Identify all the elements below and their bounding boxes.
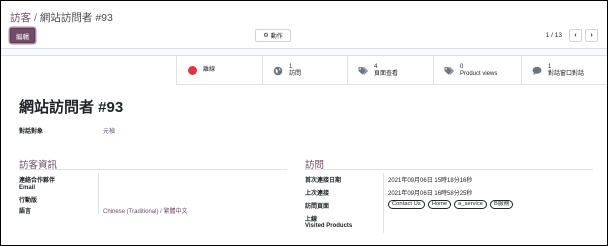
visited-pages-tags: Contact Us Home a_service B服務 <box>388 200 514 209</box>
page-tag[interactable]: Home <box>427 200 452 209</box>
first-visit-label: 首次連接日期 <box>305 178 342 184</box>
visits-stat-button[interactable]: 1 訪問 <box>262 56 347 85</box>
conversation-partner-link[interactable]: 元楨 <box>103 126 115 135</box>
first-visit-value: 2021年09月06日 15時18分16秒 <box>388 178 473 184</box>
last-visit-value: 2021年09月06日 16時58分25秒 <box>388 191 473 197</box>
livechat-sessions-stat-button[interactable]: 1 對話窗口對話 <box>521 56 607 85</box>
email-label: Email <box>19 185 36 191</box>
page-views-label: 頁面查看 <box>374 70 399 77</box>
action-button-label: 動作 <box>270 34 283 40</box>
contact-partner-label: 連絡合作夥伴 <box>19 178 56 184</box>
visited-products-label: Visited Products <box>305 223 353 229</box>
breadcrumb: 訪客 / 網站訪問者 #93 <box>10 10 113 25</box>
online-label: 上線 <box>305 217 318 223</box>
page-views-stat-button[interactable]: 4 頁面查看 <box>347 56 433 85</box>
visits-divider <box>305 169 593 170</box>
tags-icon <box>358 66 368 76</box>
visits-count: 1 <box>289 63 293 70</box>
pager: 1 / 13 ‹ › <box>546 28 598 42</box>
product-views-stat-button[interactable]: 0 Product views <box>433 56 521 85</box>
chevron-right-icon: › <box>590 31 593 39</box>
mobile-label: 行動版 <box>19 198 38 204</box>
pager-value[interactable]: 1 / 13 <box>546 32 562 39</box>
language-value[interactable]: Chinese (Traditional) / 繁體中文 <box>103 206 187 215</box>
visited-pages-label: 訪問頁面 <box>305 204 330 210</box>
tags-icon <box>444 66 454 76</box>
livechat-sessions-count: 1 <box>548 63 552 70</box>
edit-button[interactable]: 編輯 <box>10 28 35 43</box>
visitor-info-divider <box>19 169 287 170</box>
page-tag[interactable]: a_service <box>454 200 487 209</box>
control-panel: 訪客 / 網站訪問者 #93 編輯 ⚙ 動作 1 / 13 ‹ › <box>1 1 607 49</box>
product-views-label: Product views <box>460 70 498 77</box>
comment-icon <box>532 66 542 76</box>
breadcrumb-current: 網站訪問者 #93 <box>39 12 113 24</box>
gear-icon: ⚙ <box>263 32 269 39</box>
pager-previous-button[interactable]: ‹ <box>569 28 582 42</box>
pager-next-button[interactable]: › <box>585 28 598 42</box>
form-sheet: 離線 1 訪問 4 頁面查看 0 Product views 1 對話窗口對話 … <box>1 55 607 245</box>
stat-button-box: 離線 1 訪問 4 頁面查看 0 Product views 1 對話窗口對話 <box>176 56 607 85</box>
page-tag[interactable]: Contact Us <box>388 200 425 209</box>
visits-label: 訪問 <box>289 70 302 77</box>
language-label: 語言 <box>19 209 32 215</box>
status-dot-icon <box>187 66 197 76</box>
livechat-sessions-label: 對話窗口對話 <box>548 70 585 77</box>
visitor-info-column-divider <box>98 173 99 215</box>
record-title: 網站訪問者 #93 <box>19 99 124 116</box>
status-offline-button[interactable]: 離線 <box>176 56 262 85</box>
breadcrumb-visitors-link[interactable]: 訪客 <box>10 10 31 25</box>
page-tag[interactable]: B服務 <box>489 200 514 209</box>
globe-icon <box>273 66 283 76</box>
status-label: 離線 <box>203 67 216 74</box>
window-frame: 訪客 / 網站訪問者 #93 編輯 ⚙ 動作 1 / 13 ‹ › 離線 1 訪… <box>0 0 608 246</box>
chevron-left-icon: ‹ <box>574 31 577 39</box>
product-views-count: 0 <box>460 63 464 70</box>
visits-column-divider <box>383 173 384 233</box>
page-views-count: 4 <box>374 63 378 70</box>
last-visit-label: 上次連接 <box>305 191 330 197</box>
conversation-partner-label: 對話對象 <box>19 129 44 135</box>
breadcrumb-separator: / <box>34 11 37 24</box>
action-button[interactable]: ⚙ 動作 <box>255 29 291 42</box>
